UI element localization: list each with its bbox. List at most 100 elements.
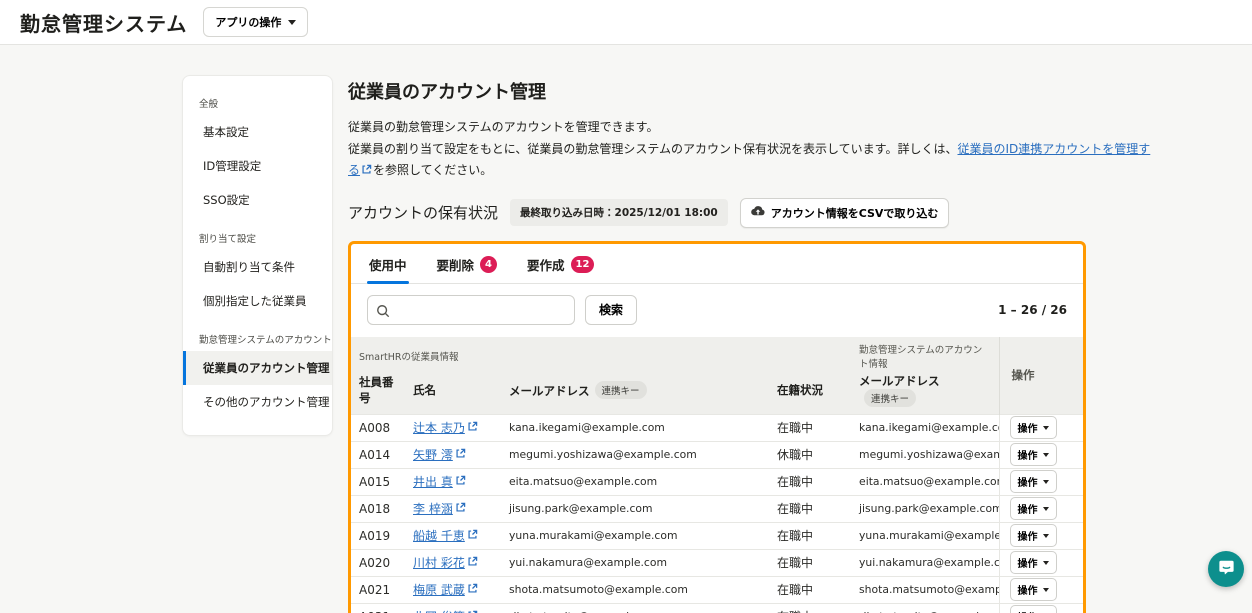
table-column-header-row: 社員番号 氏名 メールアドレス 連携キー 在籍状況 メールアドレス連携キー	[351, 370, 1083, 415]
action-cell: 操作	[998, 413, 1083, 442]
tab-label: 使用中	[369, 257, 407, 273]
csv-import-button[interactable]: アカウント情報をCSVで取り込む	[739, 197, 950, 228]
link-key-badge: 連携キー	[594, 380, 647, 399]
email-cell: megumi.yoshizawa@example.com	[501, 440, 769, 469]
action-cell: 操作	[998, 575, 1083, 604]
chat-widget-button[interactable]	[1208, 551, 1244, 587]
tab-in-use[interactable]: 使用中	[367, 244, 409, 284]
link-key-badge: 連携キー	[864, 388, 917, 407]
employee-name-link[interactable]: 船越 千恵	[413, 527, 478, 544]
name-cell: 辻本 志乃	[405, 413, 501, 442]
tab-to-delete[interactable]: 要削除 4	[435, 244, 500, 283]
tab-label: 要削除	[436, 257, 475, 273]
cloud-upload-icon	[750, 205, 765, 220]
account-email-cell: eita.matsuo@example.com	[851, 467, 1000, 496]
section-title: アカウントの保有状況	[348, 204, 499, 223]
row-action-button[interactable]: 操作	[1009, 551, 1057, 575]
sidebar-item-basic-settings[interactable]: 基本設定	[183, 115, 332, 149]
account-email-cell: kana.ikegami@example.com	[851, 413, 1000, 442]
email-cell: kana.ikegami@example.com	[501, 413, 769, 442]
row-action-button[interactable]: 操作	[1009, 605, 1057, 613]
pagination-info: 1 – 26 / 26	[998, 302, 1067, 317]
search-box	[367, 294, 575, 325]
table-row: A008 辻本 志乃 kana.ikegami@example.com 在職中 …	[351, 413, 1083, 442]
column-header-employee-no: 社員番号	[351, 370, 405, 415]
row-action-button[interactable]: 操作	[1009, 578, 1057, 602]
group-header-smarthr: SmartHRの従業員情報	[351, 336, 852, 371]
name-cell: 川村 彩花	[405, 548, 501, 577]
tab-bar: 使用中 要削除 4 要作成 12	[351, 244, 1083, 284]
table-group-header-row: SmartHRの従業員情報 勤怠管理システムのアカウント情報 操作	[351, 336, 1083, 415]
external-link-icon	[467, 421, 478, 435]
sidebar-section-title: 全般	[199, 99, 219, 110]
employee-name-link[interactable]: 李 梓涵	[413, 500, 466, 517]
page-title: 従業員のアカウント管理	[348, 82, 546, 103]
status-cell: 在職中	[769, 521, 852, 550]
employee-no-cell: A020	[351, 548, 405, 577]
email-cell: yui.nakamura@example.com	[501, 548, 769, 577]
sidebar-section-general: 全般 基本設定 ID管理設定 SSO設定	[183, 88, 332, 217]
table-row: A020 川村 彩花 yui.nakamura@example.com 在職中 …	[351, 548, 1083, 577]
table-body: A008 辻本 志乃 kana.ikegami@example.com 在職中 …	[351, 413, 1083, 613]
accounts-table: SmartHRの従業員情報 勤怠管理システムのアカウント情報 操作 社員番号 氏…	[351, 336, 1083, 613]
column-header-email: メールアドレス 連携キー	[501, 370, 769, 415]
employee-name-link[interactable]: 北岡 俊範	[413, 608, 478, 613]
name-cell: 矢野 澪	[405, 440, 501, 469]
row-action-button[interactable]: 操作	[1009, 524, 1057, 548]
sidebar-item-other-account-management[interactable]: その他のアカウント管理	[183, 385, 332, 419]
table-row: A019 船越 千恵 yuna.murakami@example.com 在職中…	[351, 521, 1083, 550]
search-row: 検索 1 – 26 / 26	[351, 284, 1083, 337]
caret-down-icon	[1042, 587, 1049, 592]
sidebar-item-id-management[interactable]: ID管理設定	[183, 149, 332, 183]
caret-down-icon	[1042, 560, 1049, 565]
app-title: 勤怠管理システム	[20, 11, 188, 36]
app-menu-button[interactable]: アプリの操作	[203, 7, 309, 37]
app-header: 勤怠管理システム アプリの操作	[0, 0, 1252, 45]
sidebar: 全般 基本設定 ID管理設定 SSO設定 割り当て設定 自動割り当て条件 個別指…	[182, 75, 333, 436]
account-status-header: アカウントの保有状況 最終取り込み日時：2025/12/01 18:00 アカウ…	[348, 197, 1158, 228]
status-cell: 休職中	[769, 440, 852, 469]
employee-no-cell: A014	[351, 440, 405, 469]
row-action-button[interactable]: 操作	[1009, 416, 1057, 440]
tab-label: 要作成	[527, 257, 565, 273]
sidebar-section-title: 勤怠管理システムのアカウント	[199, 335, 332, 346]
status-cell: 在職中	[769, 494, 852, 523]
tab-count-badge: 4	[480, 255, 498, 273]
column-header-account-email: メールアドレス連携キー	[851, 370, 1000, 415]
employee-no-cell: A018	[351, 494, 405, 523]
name-cell: 李 梓涵	[405, 494, 501, 523]
account-email-cell: jisung.park@example.com	[851, 494, 1000, 523]
status-cell: 在職中	[769, 575, 852, 604]
employee-no-cell: A008	[351, 413, 405, 442]
search-button[interactable]: 検索	[585, 294, 638, 325]
sidebar-item-auto-assign-conditions[interactable]: 自動割り当て条件	[183, 250, 332, 284]
row-action-button[interactable]: 操作	[1009, 497, 1057, 521]
accounts-panel: 使用中 要削除 4 要作成 12 検索 1 – 26 / 26 SmartHRの…	[348, 240, 1086, 613]
sidebar-item-employee-account-management[interactable]: 従業員のアカウント管理	[183, 351, 332, 385]
account-email-cell: rikuto.tomita@example.com	[851, 602, 1000, 613]
action-cell: 操作	[998, 467, 1083, 496]
caret-down-icon	[1042, 533, 1049, 538]
email-cell: shota.matsumoto@example.com	[501, 575, 769, 604]
tab-count-badge: 12	[570, 255, 595, 273]
search-input[interactable]	[367, 294, 575, 325]
column-header-action: 操作	[998, 336, 1083, 415]
employee-no-cell: A019	[351, 521, 405, 550]
employee-name-link[interactable]: 川村 彩花	[413, 554, 478, 571]
employee-name-link[interactable]: 辻本 志乃	[413, 419, 478, 436]
employee-name-link[interactable]: 矢野 澪	[413, 446, 466, 463]
column-header-status: 在籍状況	[769, 370, 852, 415]
table-row: A015 井出 真 eita.matsuo@example.com 在職中 ei…	[351, 467, 1083, 496]
external-link-icon	[455, 448, 466, 462]
tab-to-create[interactable]: 要作成 12	[525, 244, 596, 283]
name-cell: 北岡 俊範	[405, 602, 501, 613]
row-action-button[interactable]: 操作	[1009, 470, 1057, 494]
employee-name-link[interactable]: 井出 真	[413, 473, 466, 490]
row-action-button[interactable]: 操作	[1009, 443, 1057, 467]
table-row: A021 梅原 武蔵 shota.matsumoto@example.com 在…	[351, 575, 1083, 604]
sidebar-item-sso-settings[interactable]: SSO設定	[183, 183, 332, 217]
employee-name-link[interactable]: 梅原 武蔵	[413, 581, 478, 598]
table-row: A018 李 梓涵 jisung.park@example.com 在職中 ji…	[351, 494, 1083, 523]
name-cell: 梅原 武蔵	[405, 575, 501, 604]
sidebar-item-individually-specified-employees[interactable]: 個別指定した従業員	[183, 284, 332, 318]
